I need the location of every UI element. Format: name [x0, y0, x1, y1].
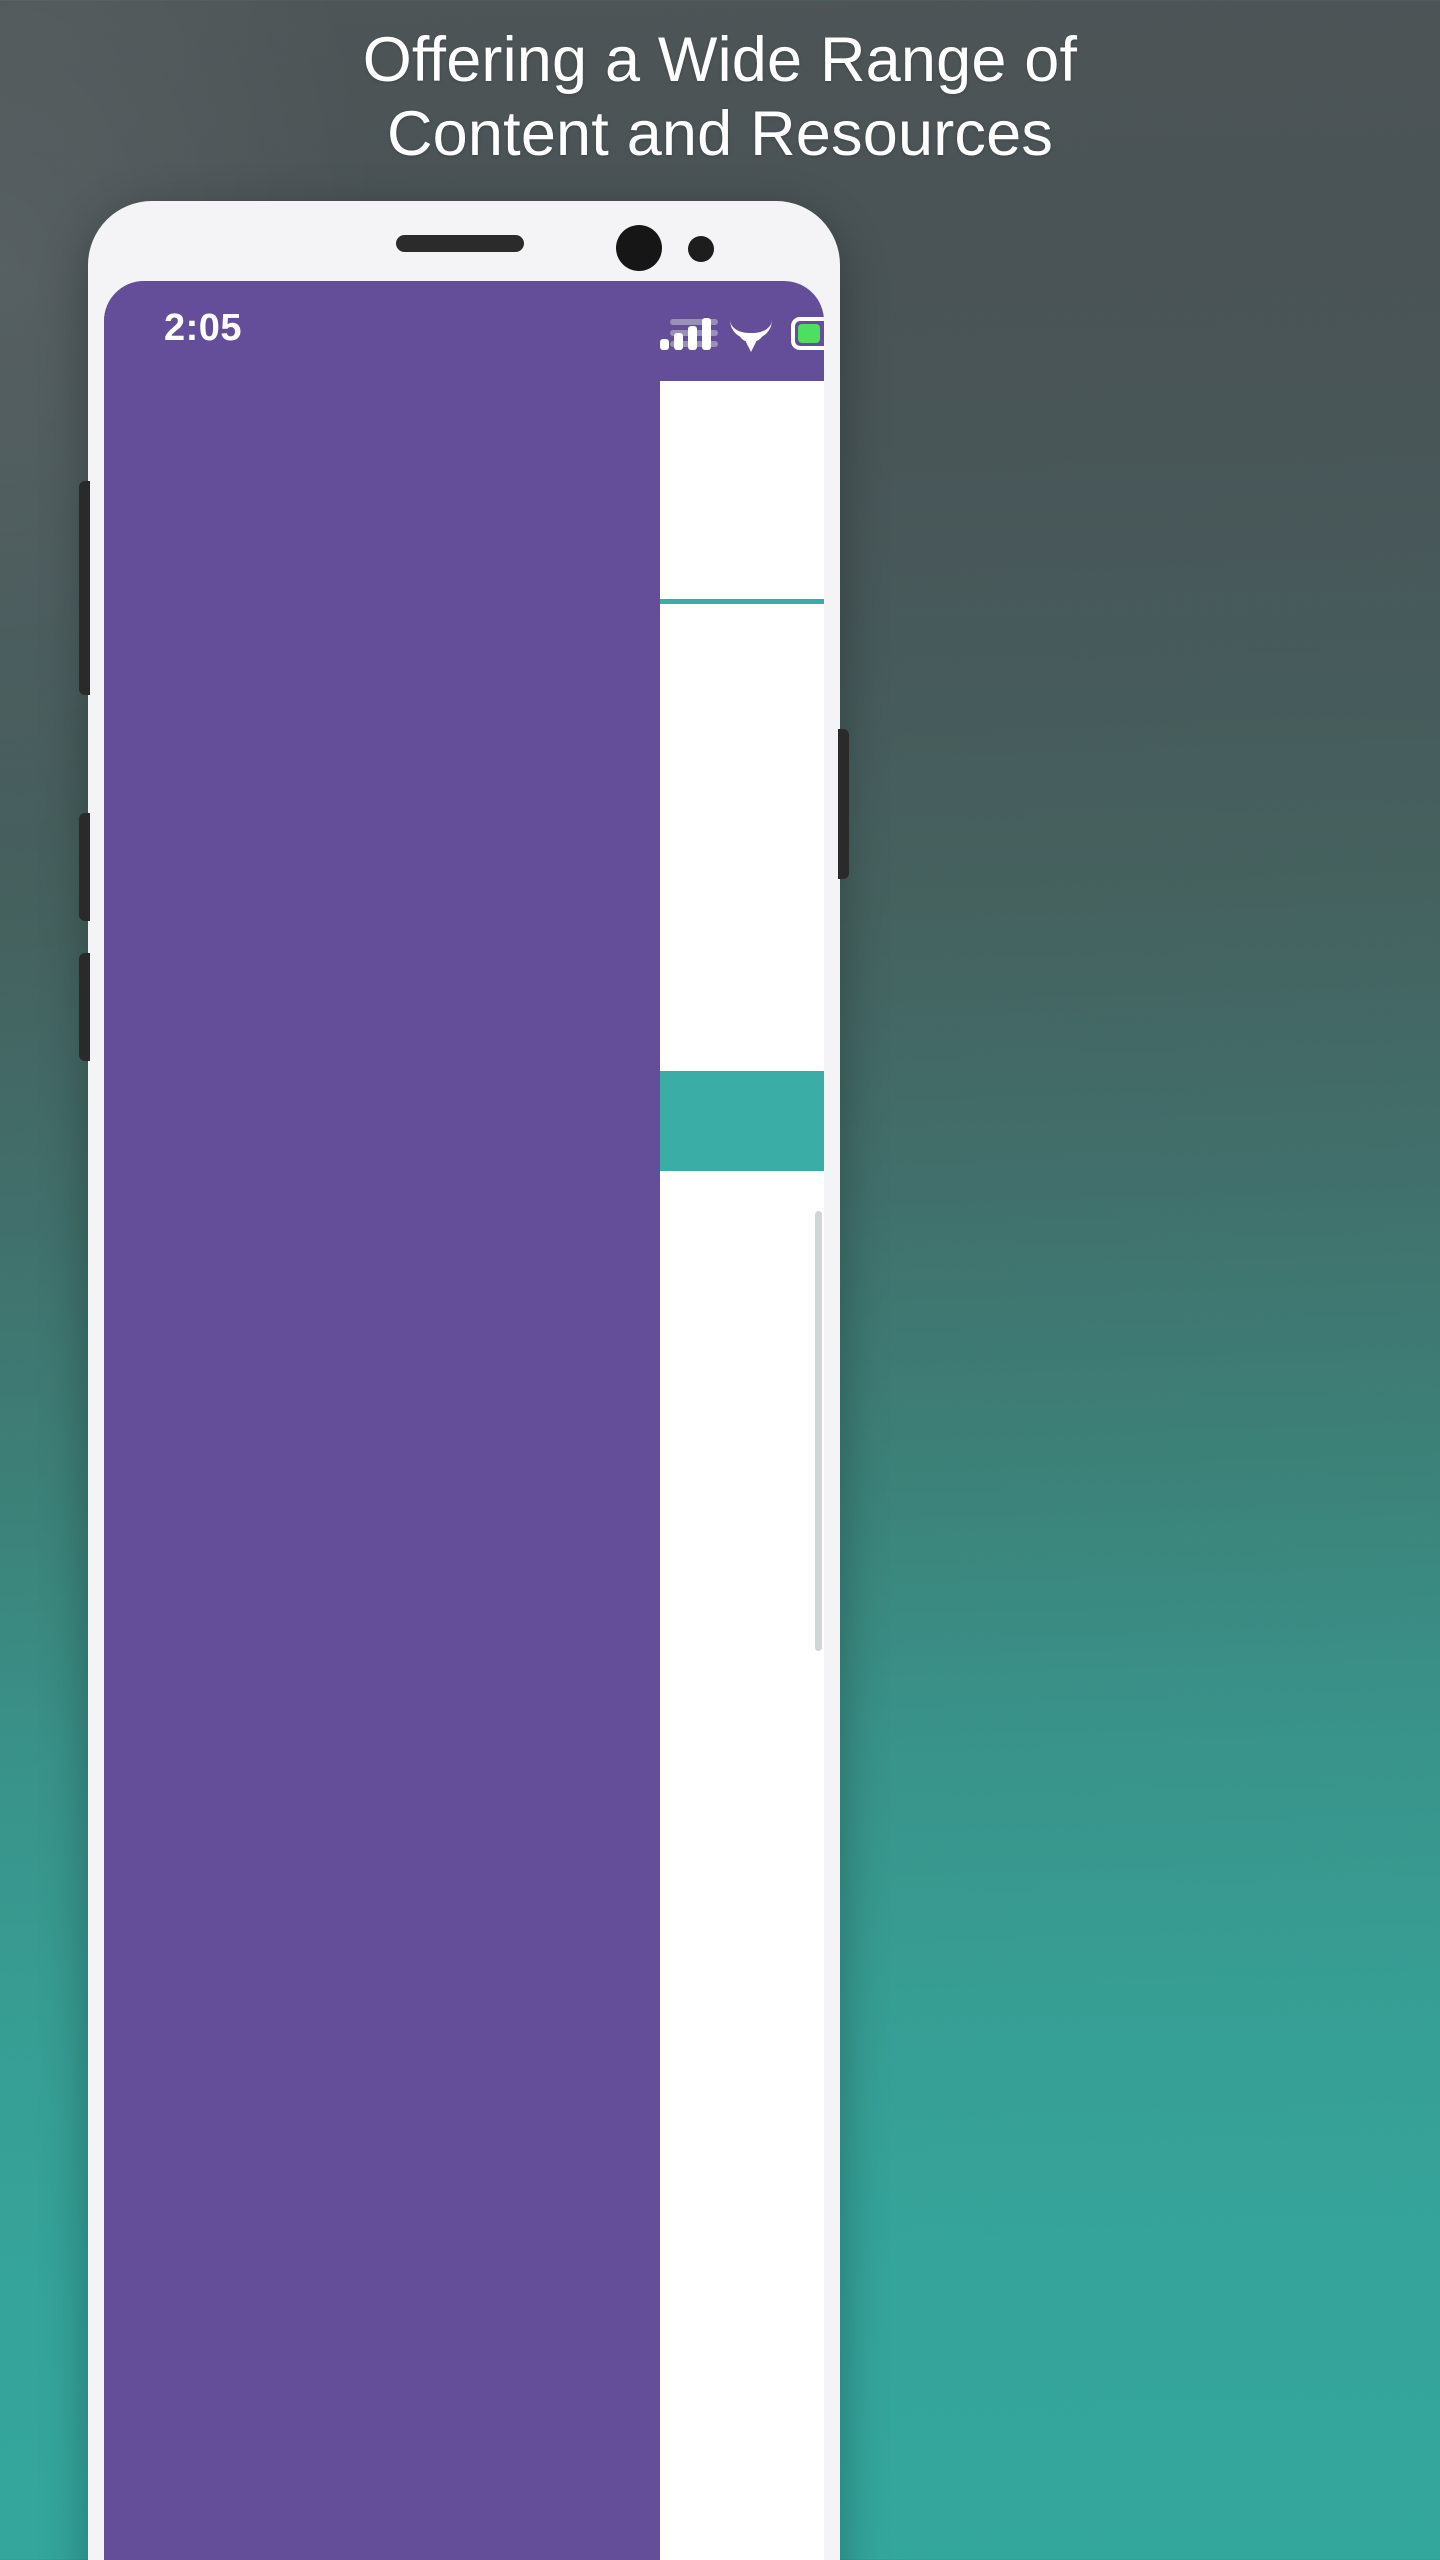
phone-mockup: W Welc TRACK N Let's make mo our lives. … [79, 201, 849, 2560]
wifi-icon [730, 318, 772, 352]
headline-line-1: Offering a Wide Range of [362, 25, 1078, 95]
signal-bars-icon [660, 318, 711, 350]
phone-extra-button [79, 953, 90, 1061]
status-icons [660, 310, 824, 352]
phone-screen: W Welc TRACK N Let's make mo our lives. … [104, 281, 824, 2560]
phone-front-camera [616, 225, 662, 271]
navigation-drawer [104, 281, 660, 2560]
phone-volume-down-button [79, 813, 90, 921]
status-bar: 2:05 [104, 281, 824, 376]
phone-power-button [838, 729, 849, 879]
phone-volume-up-button [79, 481, 90, 695]
battery-charging-icon [791, 317, 824, 350]
status-time: 2:05 [164, 307, 243, 349]
promo-headline: Offering a Wide Range of Content and Res… [0, 24, 1440, 171]
headline-line-2: Content and Resources [386, 98, 1054, 169]
phone-sensor [688, 236, 714, 262]
phone-speaker [396, 235, 524, 252]
